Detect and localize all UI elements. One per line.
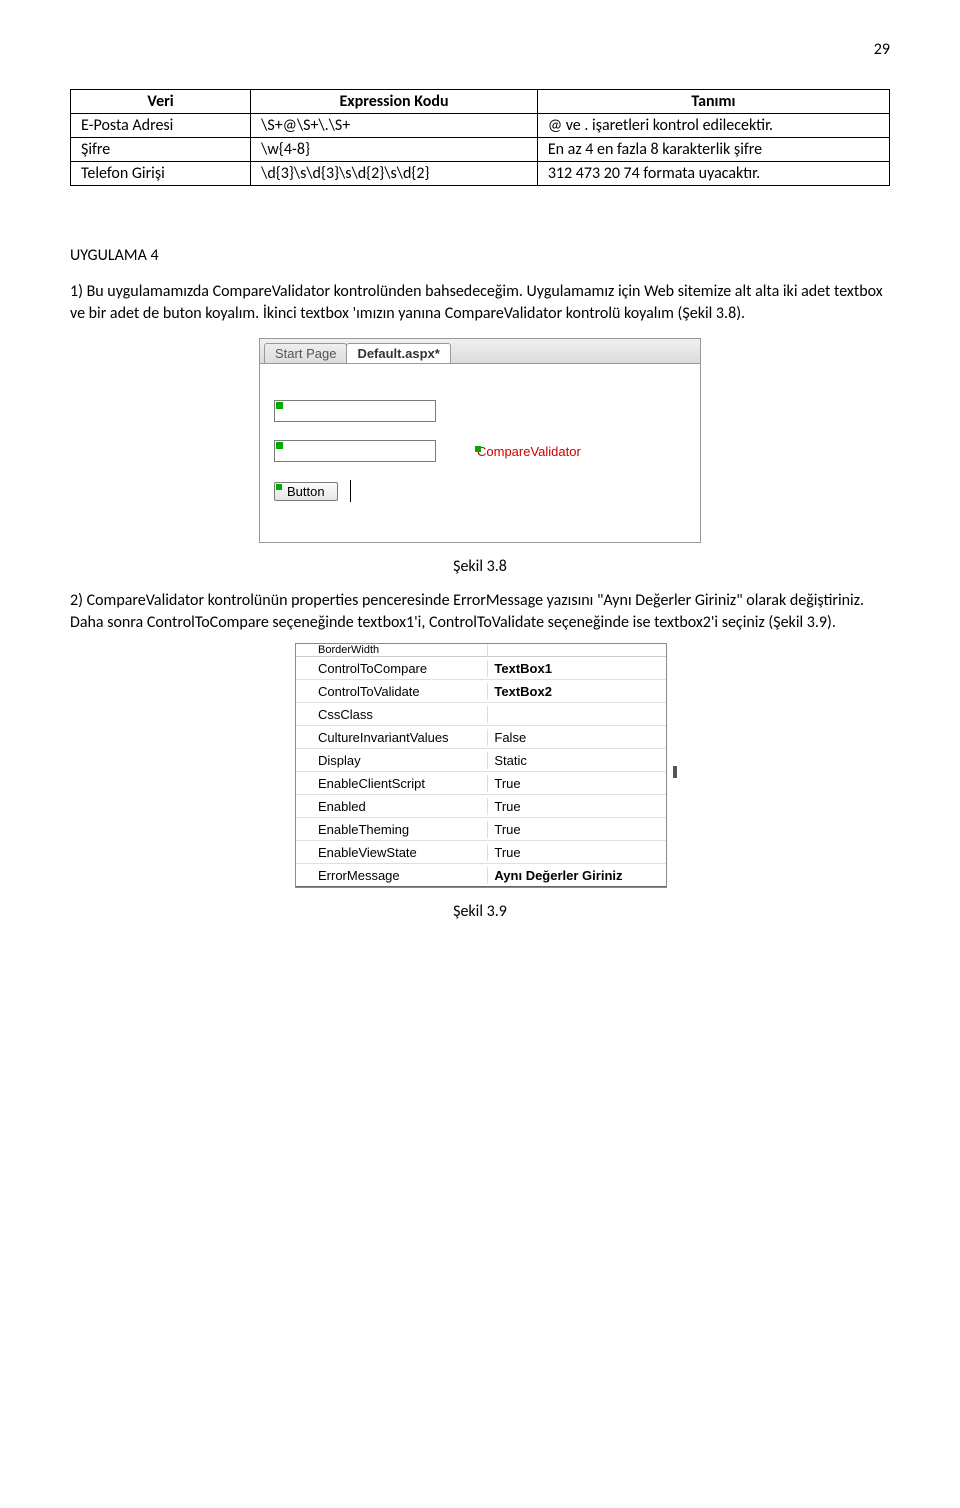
property-row[interactable]: Enabled True bbox=[296, 795, 666, 818]
cell-veri: E-Posta Adresi bbox=[71, 114, 251, 138]
property-name: ControlToValidate bbox=[296, 683, 488, 700]
page-number: 29 bbox=[70, 40, 890, 59]
property-name: EnableClientScript bbox=[296, 775, 488, 792]
figure-caption-2: Şekil 3.9 bbox=[70, 902, 890, 921]
properties-panel: BorderWidth ControlToCompare TextBox1 Co… bbox=[295, 643, 667, 888]
text-cursor-icon bbox=[350, 480, 351, 502]
figure-caption-1: Şekil 3.8 bbox=[70, 557, 890, 576]
designer-screenshot: Start Page Default.aspx* CompareValidato… bbox=[259, 338, 701, 543]
tab-bar: Start Page Default.aspx* bbox=[260, 339, 700, 364]
property-value[interactable]: Static bbox=[488, 752, 666, 769]
property-value[interactable] bbox=[488, 713, 666, 715]
paragraph-1: 1) Bu uygulamamızda CompareValidator kon… bbox=[70, 281, 890, 324]
design-surface: CompareValidator Button bbox=[260, 364, 700, 542]
property-name: EnableTheming bbox=[296, 821, 488, 838]
button-control[interactable]: Button bbox=[274, 482, 338, 501]
property-name: BorderWidth bbox=[296, 644, 488, 657]
tab-start-page[interactable]: Start Page bbox=[264, 343, 347, 363]
property-row[interactable]: CssClass bbox=[296, 703, 666, 726]
property-value[interactable]: TextBox2 bbox=[488, 683, 666, 700]
control-glyph-icon bbox=[276, 402, 283, 409]
expression-table: Veri Expression Kodu Tanımı E-Posta Adre… bbox=[70, 89, 890, 186]
table-header-kodu: Expression Kodu bbox=[251, 90, 538, 114]
control-glyph-icon bbox=[276, 442, 283, 449]
cell-tanimi: En az 4 en fazla 8 karakterlik şifre bbox=[537, 138, 889, 162]
cell-kodu: \d{3}\s\d{3}\s\d{2}\s\d{2} bbox=[251, 162, 538, 186]
cell-kodu: \w{4-8} bbox=[251, 138, 538, 162]
property-name: ControlToCompare bbox=[296, 660, 488, 677]
table-row: E-Posta Adresi \S+@\S+\.\S+ @ ve . işare… bbox=[71, 114, 890, 138]
property-row[interactable]: EnableTheming True bbox=[296, 818, 666, 841]
cell-veri: Şifre bbox=[71, 138, 251, 162]
property-value[interactable]: True bbox=[488, 844, 666, 861]
property-row[interactable]: ControlToValidate TextBox2 bbox=[296, 680, 666, 703]
property-value[interactable]: True bbox=[488, 821, 666, 838]
tab-default-aspx[interactable]: Default.aspx* bbox=[346, 343, 450, 363]
property-name: CultureInvariantValues bbox=[296, 729, 488, 746]
property-row[interactable]: ErrorMessage Aynı Değerler Giriniz bbox=[296, 864, 666, 887]
property-value[interactable]: TextBox1 bbox=[488, 660, 666, 677]
property-row[interactable]: Display Static bbox=[296, 749, 666, 772]
compare-validator-control[interactable]: CompareValidator bbox=[476, 443, 582, 460]
property-name: EnableViewState bbox=[296, 844, 488, 861]
table-header-veri: Veri bbox=[71, 90, 251, 114]
property-row[interactable]: CultureInvariantValues False bbox=[296, 726, 666, 749]
property-row[interactable]: EnableClientScript True bbox=[296, 772, 666, 795]
property-name: ErrorMessage bbox=[296, 867, 488, 884]
table-row: Telefon Girişi \d{3}\s\d{3}\s\d{2}\s\d{2… bbox=[71, 162, 890, 186]
textbox2[interactable] bbox=[274, 440, 436, 462]
table-row: Şifre \w{4-8} En az 4 en fazla 8 karakte… bbox=[71, 138, 890, 162]
property-value[interactable]: True bbox=[488, 798, 666, 815]
scrollbar-thumb-icon[interactable] bbox=[673, 766, 677, 778]
paragraph-2: 2) CompareValidator kontrolünün properti… bbox=[70, 590, 890, 633]
property-value bbox=[488, 649, 666, 651]
table-header-tanimi: Tanımı bbox=[537, 90, 889, 114]
property-value[interactable]: False bbox=[488, 729, 666, 746]
cell-kodu: \S+@\S+\.\S+ bbox=[251, 114, 538, 138]
property-row[interactable]: ControlToCompare TextBox1 bbox=[296, 657, 666, 680]
cell-tanimi: @ ve . işaretleri kontrol edilecektir. bbox=[537, 114, 889, 138]
cell-veri: Telefon Girişi bbox=[71, 162, 251, 186]
property-row[interactable]: EnableViewState True bbox=[296, 841, 666, 864]
property-name: Enabled bbox=[296, 798, 488, 815]
textbox1[interactable] bbox=[274, 400, 436, 422]
section-heading: UYGULAMA 4 bbox=[70, 246, 890, 265]
property-value[interactable]: Aynı Değerler Giriniz bbox=[488, 867, 666, 884]
cell-tanimi: 312 473 20 74 formata uyacaktır. bbox=[537, 162, 889, 186]
property-value[interactable]: True bbox=[488, 775, 666, 792]
property-row-clipped: BorderWidth bbox=[296, 644, 666, 657]
property-name: Display bbox=[296, 752, 488, 769]
property-name: CssClass bbox=[296, 706, 488, 723]
